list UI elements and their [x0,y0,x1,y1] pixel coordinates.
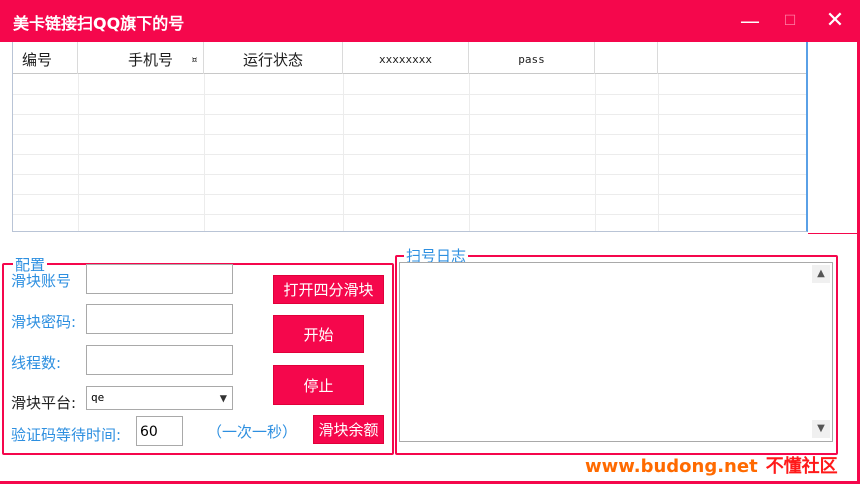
col-header-extra[interactable]: ¤ [191,42,205,74]
scroll-up-icon[interactable]: ▲ [812,265,830,283]
watermark-name: 不懂社区 [765,456,838,477]
table-row[interactable] [13,195,806,215]
open-slider-button[interactable]: 打开四分滑块 [273,275,384,304]
platform-label: 滑块平台: [11,394,77,412]
table-row[interactable] [13,115,806,135]
slider-password-input[interactable] [86,304,233,334]
threads-label: 线程数: [11,354,62,372]
window-title: 美卡链接扫QQ旗下的号 [13,14,185,33]
table-row[interactable] [13,75,806,95]
table-row[interactable] [13,215,806,231]
table-row[interactable] [13,135,806,155]
start-button[interactable]: 开始 [273,315,364,353]
close-icon[interactable]: ✕ [815,4,855,38]
watermark-site: www.budong.net [585,456,758,477]
chevron-down-icon[interactable]: ▼ [220,387,227,409]
col-header-status[interactable]: 运行状态 [204,42,343,74]
watermark: www.budong.net 不懂社区 [585,452,838,478]
title-bar: 美卡链接扫QQ旗下的号 — ☐ ✕ [0,0,860,42]
slider-password-label: 滑块密码: [11,313,77,331]
scroll-down-icon[interactable]: ▼ [812,420,830,438]
slider-account-label: 滑块账号 [11,272,72,290]
col-header-blank[interactable] [595,42,658,74]
col-header-id[interactable]: 编号 [13,42,78,74]
wait-time-label: 验证码等待时间: [11,426,122,444]
threads-input[interactable] [86,345,233,375]
slider-account-input[interactable] [86,264,233,294]
col-header-phone[interactable]: 手机号 [78,42,204,74]
wait-time-input[interactable]: 60 [136,416,183,446]
stop-button[interactable]: 停止 [273,365,364,405]
col-header-account[interactable]: xxxxxxxx [343,42,469,74]
grid-right-edge-line [808,233,858,234]
platform-select-value: qe [91,391,105,404]
maximize-icon[interactable]: ☐ [770,4,810,38]
slider-balance-button[interactable]: 滑块余额 [313,415,384,444]
minimize-icon[interactable]: — [730,4,770,38]
platform-select[interactable]: qe ▼ [86,386,233,410]
wait-time-hint: （一次一秒） [207,423,298,441]
table-row[interactable] [13,175,806,195]
account-grid[interactable]: 编号 手机号 ¤ 运行状态 xxxxxxxx pass [12,42,808,232]
col-header-pass[interactable]: pass [469,42,595,74]
table-row[interactable] [13,95,806,115]
grid-header: 编号 手机号 ¤ 运行状态 xxxxxxxx pass [13,42,806,74]
log-textarea[interactable] [399,262,833,442]
table-row[interactable] [13,155,806,175]
